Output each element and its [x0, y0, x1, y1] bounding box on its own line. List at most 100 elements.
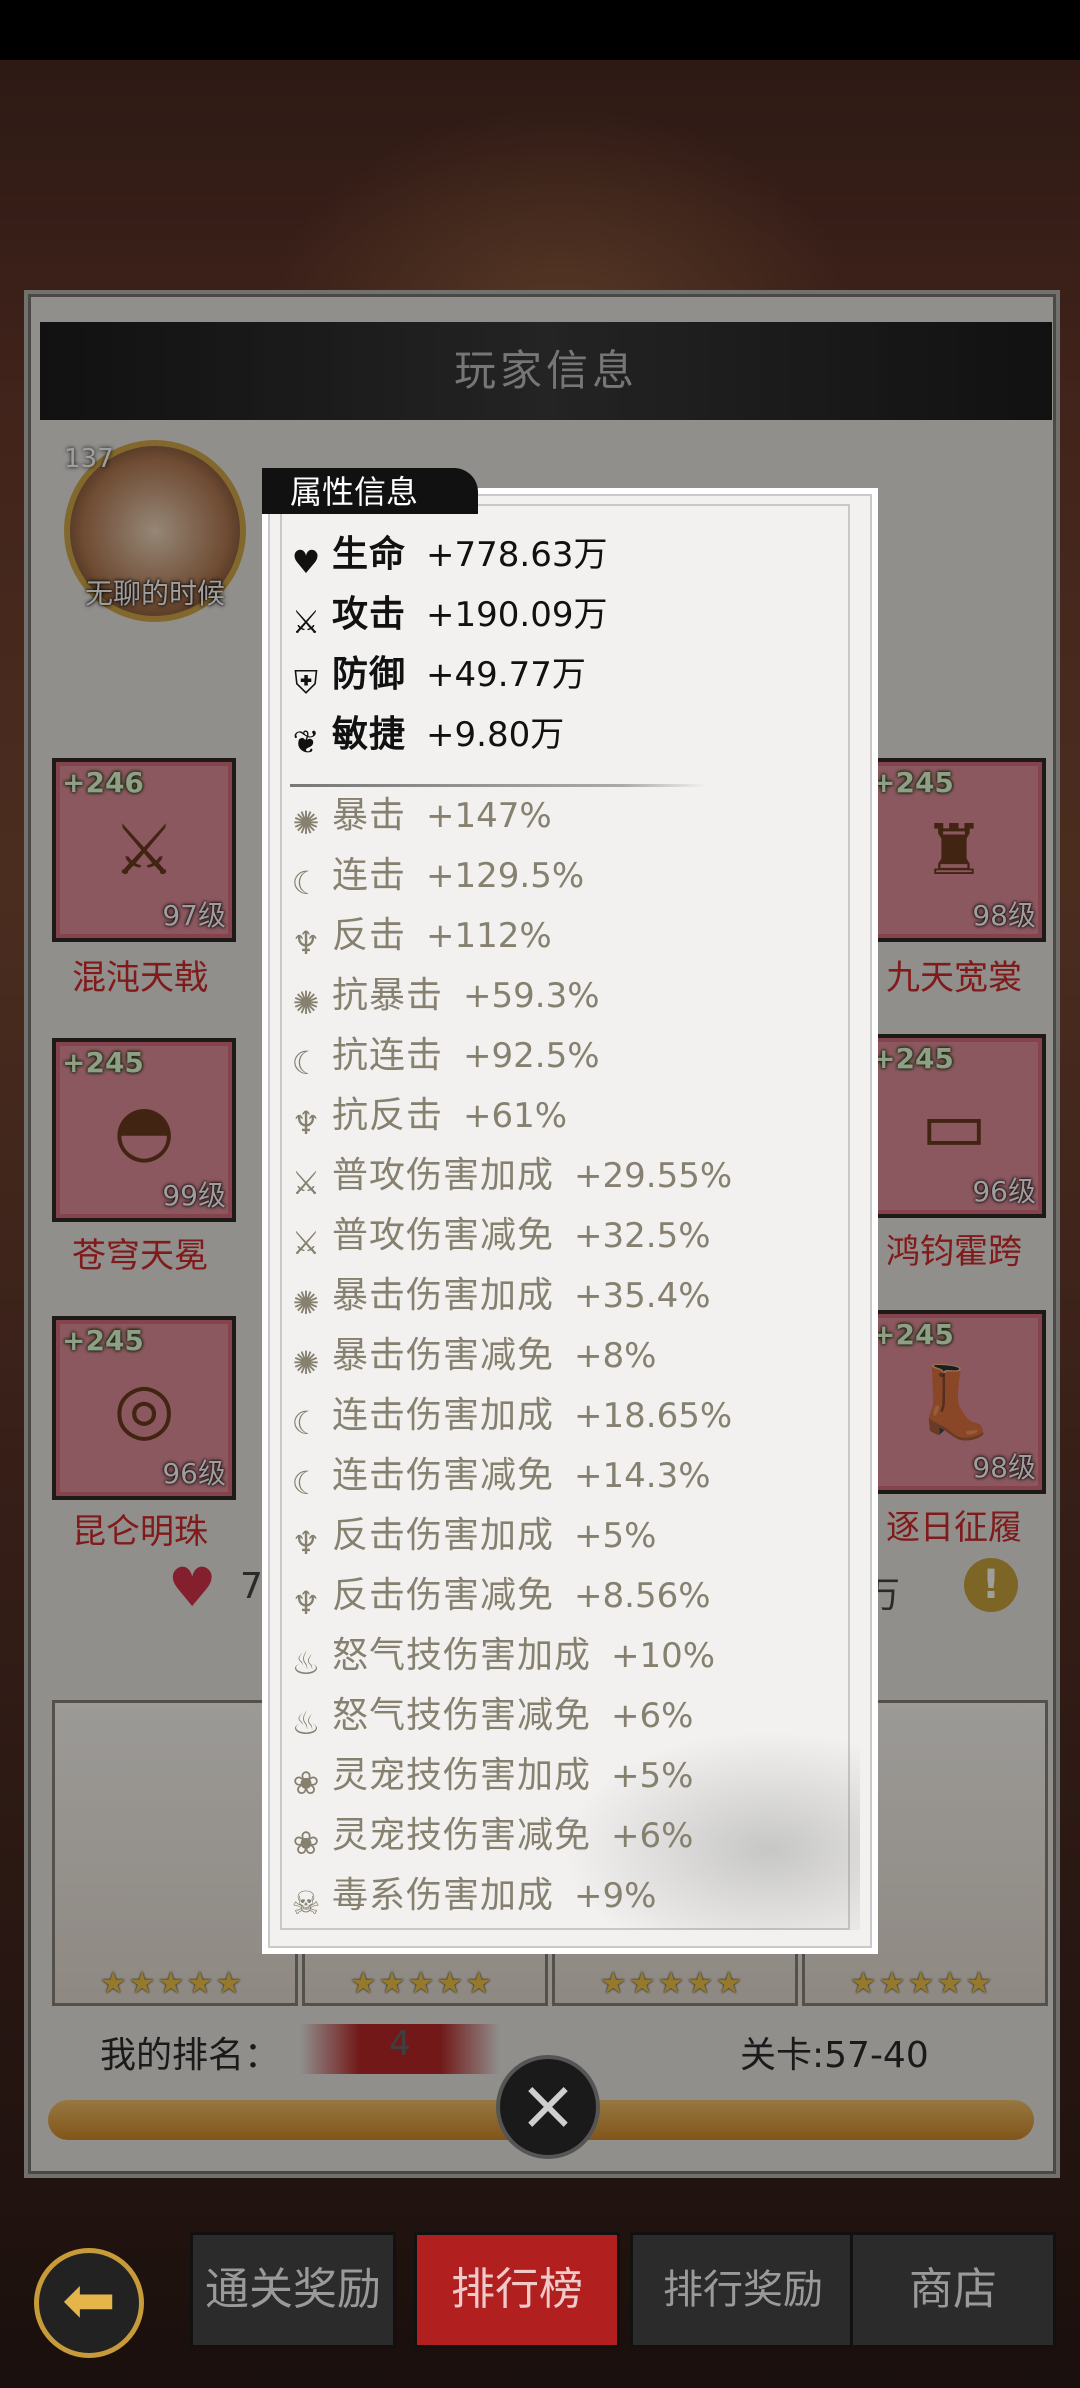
attr-row: ♨ 怒气技伤害减免 +6% [286, 1690, 694, 1742]
attr-name: 怒气技伤害减免 [332, 1695, 592, 1736]
attr-value: +190.09万 [426, 595, 608, 635]
attr-name: 暴击 [332, 795, 407, 836]
attr-row-defense: ⛨ 防御 +49.77万 [286, 648, 586, 701]
attr-row: ☾ 连击 +129.5% [286, 850, 585, 902]
attr-row: ☾ 抗连击 +92.5% [286, 1030, 600, 1082]
crit-icon: ✺ [292, 803, 320, 842]
attr-row: ✺ 抗暴击 +59.3% [286, 970, 600, 1022]
attr-row: ⚔ 普攻伤害加成 +29.55% [286, 1150, 733, 1202]
attr-name: 反击伤害减免 [332, 1575, 555, 1616]
attr-value: +10% [611, 1636, 716, 1676]
attr-name: 连击伤害加成 [332, 1395, 555, 1436]
crit-icon: ✺ [292, 1283, 320, 1322]
attr-name: 抗连击 [332, 1035, 444, 1076]
attr-value: +18.65% [574, 1396, 733, 1436]
attr-row: ♨ 怒气技伤害加成 +10% [286, 1630, 715, 1682]
attr-name: 毒系伤害加成 [332, 1875, 555, 1916]
attr-divider [290, 784, 706, 787]
attr-value: +59.3% [463, 976, 600, 1016]
attr-row: ⚔ 普攻伤害减免 +32.5% [286, 1210, 711, 1262]
swords-icon: ⚔ [291, 1163, 321, 1202]
attr-name: 暴击伤害加成 [332, 1275, 555, 1316]
attr-value: +14.3% [574, 1456, 711, 1496]
attr-row-hp: ♥ 生命 +778.63万 [286, 528, 608, 581]
attr-value: +6% [611, 1696, 694, 1736]
attr-row: ♆ 反击伤害加成 +5% [286, 1510, 657, 1562]
crit-icon: ✺ [292, 1343, 320, 1382]
attr-value: +9.80万 [426, 715, 565, 755]
attr-row: ♆ 抗反击 +61% [286, 1090, 567, 1142]
tab-rank-rewards[interactable]: 排行奖励 [630, 2232, 856, 2348]
attr-name: 连击伤害减免 [332, 1455, 555, 1496]
attr-row: ☾ 连击伤害减免 +14.3% [286, 1450, 711, 1502]
rage-icon: ♨ [291, 1643, 321, 1682]
attr-value: +147% [426, 796, 552, 836]
attr-row: ❀ 灵宠技伤害加成 +5% [286, 1750, 694, 1802]
attr-value: +29.55% [574, 1156, 733, 1196]
combo-icon: ☾ [291, 863, 321, 902]
counter-icon: ♆ [291, 1523, 321, 1562]
counter-icon: ♆ [291, 1583, 321, 1622]
paw-icon: ❀ [292, 1763, 320, 1802]
attr-row: ☠ 毒系伤害加成 +9% [286, 1870, 657, 1922]
tab-shop[interactable]: 商店 [850, 2232, 1056, 2348]
attr-name: 反击 [332, 915, 407, 956]
wing-icon: ❦ [292, 722, 320, 761]
attr-value: +129.5% [426, 856, 585, 896]
attr-name: 敏捷 [332, 713, 407, 755]
attr-value: +8.56% [574, 1576, 711, 1616]
close-icon: × [518, 2064, 578, 2146]
back-button[interactable]: ⬅ [34, 2248, 144, 2358]
skull-icon: ☠ [291, 1883, 321, 1922]
attr-value: +35.4% [574, 1276, 711, 1316]
tab-leaderboard[interactable]: 排行榜 [414, 2232, 620, 2348]
attr-value: +92.5% [463, 1036, 600, 1076]
attr-name: 防御 [332, 653, 407, 695]
attr-value: +6% [611, 1816, 694, 1856]
attr-name: 灵宠技伤害减免 [332, 1815, 592, 1856]
swords-icon: ⚔ [291, 602, 321, 641]
attr-row: ♆ 反击伤害减免 +8.56% [286, 1570, 711, 1622]
tab-clear-rewards[interactable]: 通关奖励 [190, 2232, 396, 2348]
attr-name: 生命 [332, 533, 407, 575]
heart-icon: ♥ [291, 542, 321, 581]
attr-value: +112% [426, 916, 552, 956]
combo-icon: ☾ [291, 1463, 321, 1502]
attr-name: 怒气技伤害加成 [332, 1635, 592, 1676]
attr-value: +8% [574, 1336, 657, 1376]
attr-row-agility: ❦ 敏捷 +9.80万 [286, 708, 565, 761]
attr-row: ❀ 灵宠技伤害减免 +6% [286, 1810, 694, 1862]
attr-name: 灵宠技伤害加成 [332, 1755, 592, 1796]
counter-icon: ♆ [291, 1103, 321, 1142]
rage-icon: ♨ [291, 1703, 321, 1742]
attr-row: ♆ 反击 +112% [286, 910, 552, 962]
arrow-left-icon: ⬅ [62, 2264, 116, 2338]
attr-row: ✺ 暴击伤害减免 +8% [286, 1330, 657, 1382]
attr-row: ✺ 暴击 +147% [286, 790, 552, 842]
attr-value: +778.63万 [426, 535, 608, 575]
swords-icon: ⚔ [291, 1223, 321, 1262]
attr-name: 普攻伤害加成 [332, 1155, 555, 1196]
attr-name: 反击伤害加成 [332, 1515, 555, 1556]
paw-icon: ❀ [292, 1823, 320, 1862]
attr-name: 普攻伤害减免 [332, 1215, 555, 1256]
close-button[interactable]: × [496, 2055, 600, 2159]
attr-value: +32.5% [574, 1216, 711, 1256]
attr-value: +5% [611, 1756, 694, 1796]
attr-name: 连击 [332, 855, 407, 896]
attr-row: ✺ 暴击伤害加成 +35.4% [286, 1270, 711, 1322]
attr-value: +61% [463, 1096, 568, 1136]
attr-row: ☾ 连击伤害加成 +18.65% [286, 1390, 733, 1442]
attr-name: 抗反击 [332, 1095, 444, 1136]
attr-value: +5% [574, 1516, 657, 1556]
combo-icon: ☾ [291, 1043, 321, 1082]
combo-icon: ☾ [291, 1403, 321, 1442]
attr-name: 暴击伤害减免 [332, 1335, 555, 1376]
attr-name: 抗暴击 [332, 975, 444, 1016]
popup-title: 属性信息 [290, 473, 419, 511]
crit-icon: ✺ [292, 983, 320, 1022]
attr-row-attack: ⚔ 攻击 +190.09万 [286, 588, 608, 641]
attr-value: +9% [574, 1876, 657, 1916]
attr-value: +49.77万 [426, 655, 586, 695]
shield-icon: ⛨ [293, 662, 318, 701]
